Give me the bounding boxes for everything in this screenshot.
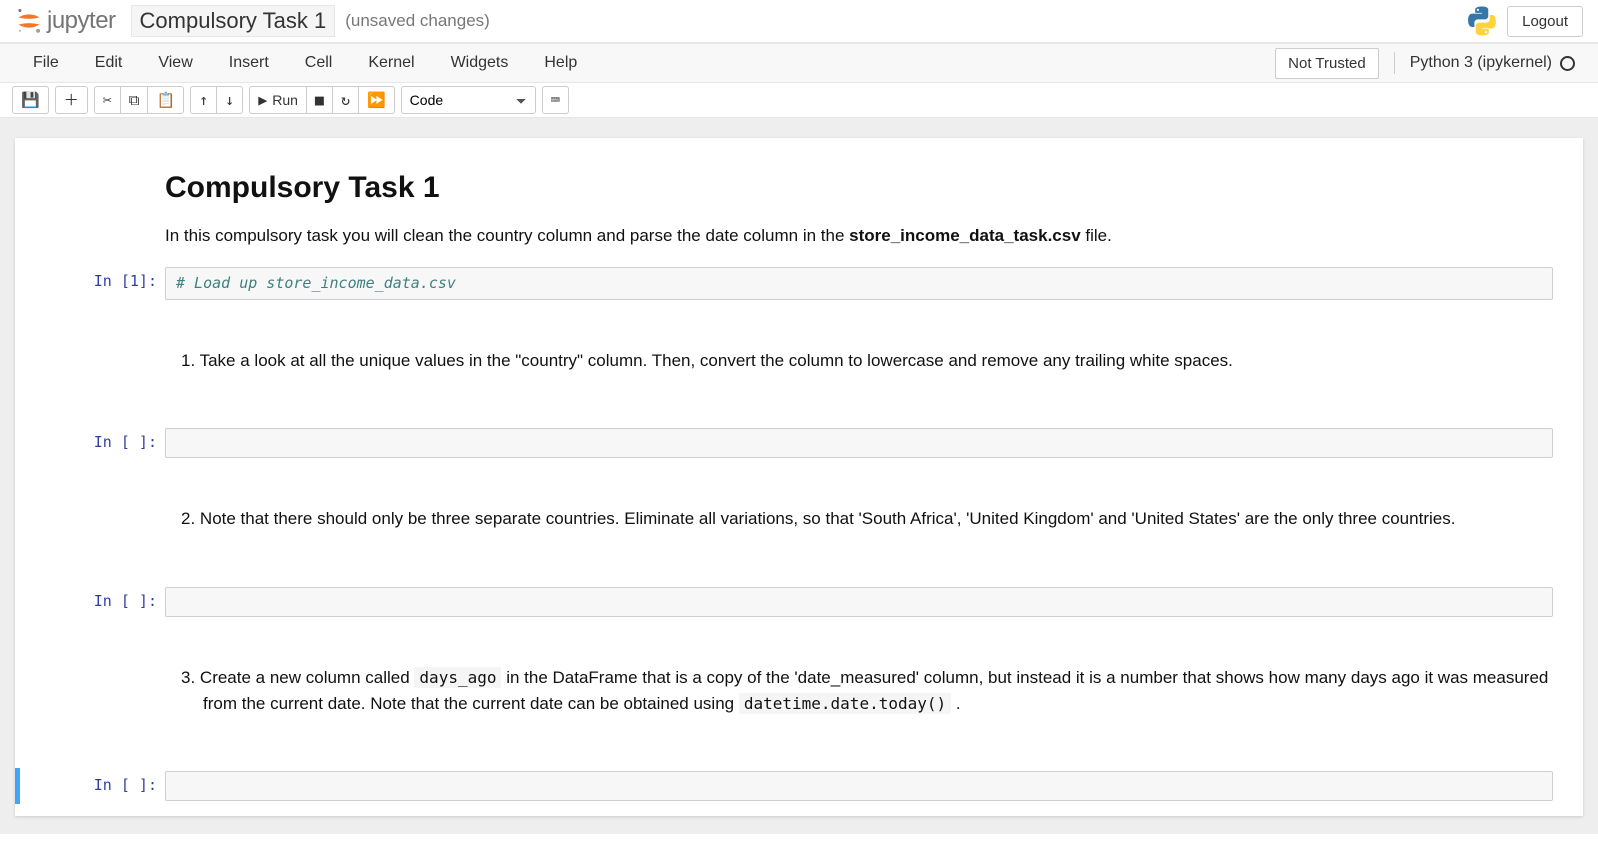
prompt bbox=[25, 665, 165, 724]
arrow-up-icon: ↑ bbox=[199, 93, 208, 108]
restart-button[interactable]: ↻ bbox=[332, 86, 359, 114]
logout-button[interactable]: Logout bbox=[1507, 6, 1583, 37]
jupyter-logo[interactable]: jupyter bbox=[15, 7, 116, 35]
refresh-icon: ↻ bbox=[341, 93, 350, 108]
code-cell[interactable]: In [ ]: bbox=[15, 584, 1583, 620]
prompt bbox=[25, 171, 165, 259]
cut-icon: ✂ bbox=[103, 93, 112, 108]
code-input[interactable] bbox=[165, 771, 1553, 801]
heading: Compulsory Task 1 bbox=[165, 171, 1553, 205]
arrow-down-icon: ↓ bbox=[225, 93, 234, 108]
notebook-container: Compulsory Task 1 In this compulsory tas… bbox=[0, 118, 1598, 834]
prompt: In [ ]: bbox=[25, 587, 165, 617]
menu-widgets[interactable]: Widgets bbox=[433, 44, 527, 82]
stop-icon: ■ bbox=[315, 93, 324, 108]
list-item: 3. Create a new column called days_ago i… bbox=[165, 665, 1553, 718]
markdown-cell[interactable]: 1. Take a look at all the unique values … bbox=[15, 345, 1583, 383]
header: jupyter Compulsory Task 1 (unsaved chang… bbox=[0, 0, 1598, 43]
paragraph: In this compulsory task you will clean t… bbox=[165, 223, 1553, 249]
prompt bbox=[25, 348, 165, 380]
cut-button[interactable]: ✂ bbox=[94, 86, 121, 114]
menu-cell[interactable]: Cell bbox=[287, 44, 351, 82]
kernel-idle-icon bbox=[1560, 56, 1575, 71]
jupyter-logo-text: jupyter bbox=[47, 7, 116, 35]
toolbar: 💾 ＋ ✂ ⧉ 📋 ↑ ↓ ▶ Run ■ ↻ ⏩ Code ⌨ bbox=[0, 83, 1598, 118]
copy-button[interactable]: ⧉ bbox=[120, 86, 149, 114]
code-cell[interactable]: In [ ]: bbox=[15, 425, 1583, 461]
menu-edit[interactable]: Edit bbox=[77, 44, 141, 82]
markdown-cell[interactable]: 3. Create a new column called days_ago i… bbox=[15, 662, 1583, 727]
kernel-indicator[interactable]: Python 3 (ipykernel) bbox=[1410, 54, 1575, 72]
fast-forward-icon: ⏩ bbox=[367, 93, 386, 108]
notebook-name[interactable]: Compulsory Task 1 bbox=[131, 5, 336, 37]
save-status: (unsaved changes) bbox=[345, 11, 490, 31]
move-up-button[interactable]: ↑ bbox=[190, 86, 217, 114]
kernel-name: Python 3 (ipykernel) bbox=[1410, 54, 1552, 72]
restart-run-all-button[interactable]: ⏩ bbox=[358, 86, 395, 114]
list-item: 1. Take a look at all the unique values … bbox=[165, 348, 1553, 374]
run-label: Run bbox=[272, 92, 298, 108]
prompt: In [1]: bbox=[25, 267, 165, 301]
keyboard-icon: ⌨ bbox=[551, 93, 560, 108]
prompt: In [ ]: bbox=[25, 428, 165, 458]
interrupt-button[interactable]: ■ bbox=[306, 86, 333, 114]
menu-view[interactable]: View bbox=[140, 44, 210, 82]
paste-icon: 📋 bbox=[156, 93, 175, 108]
markdown-cell[interactable]: Compulsory Task 1 In this compulsory tas… bbox=[15, 168, 1583, 262]
menu-file[interactable]: File bbox=[15, 44, 77, 82]
markdown-cell[interactable]: 2. Note that there should only be three … bbox=[15, 503, 1583, 541]
play-icon: ▶ bbox=[258, 93, 267, 108]
menubar: File Edit View Insert Cell Kernel Widget… bbox=[0, 43, 1598, 83]
command-palette-button[interactable]: ⌨ bbox=[542, 86, 569, 114]
jupyter-logo-icon bbox=[15, 7, 43, 35]
python-logo-icon bbox=[1467, 6, 1497, 36]
copy-icon: ⧉ bbox=[129, 93, 140, 108]
prompt: In [ ]: bbox=[25, 771, 165, 801]
menu-insert[interactable]: Insert bbox=[211, 44, 287, 82]
not-trusted-button[interactable]: Not Trusted bbox=[1275, 48, 1379, 79]
paste-button[interactable]: 📋 bbox=[147, 86, 184, 114]
code-input[interactable] bbox=[165, 428, 1553, 458]
move-down-button[interactable]: ↓ bbox=[216, 86, 243, 114]
save-icon: 💾 bbox=[21, 93, 40, 108]
code-cell[interactable]: In [1]: # Load up store_income_data.csv bbox=[15, 264, 1583, 304]
insert-cell-button[interactable]: ＋ bbox=[55, 86, 88, 114]
code-input[interactable]: # Load up store_income_data.csv bbox=[165, 267, 1553, 301]
code-input[interactable] bbox=[165, 587, 1553, 617]
run-button[interactable]: ▶ Run bbox=[249, 86, 307, 114]
save-button[interactable]: 💾 bbox=[12, 86, 49, 114]
menu-kernel[interactable]: Kernel bbox=[350, 44, 432, 82]
celltype-select[interactable]: Code bbox=[401, 86, 536, 114]
prompt bbox=[25, 506, 165, 538]
menu-help[interactable]: Help bbox=[526, 44, 595, 82]
divider bbox=[1394, 52, 1395, 74]
list-item: 2. Note that there should only be three … bbox=[165, 506, 1553, 532]
code-cell[interactable]: In [ ]: bbox=[15, 768, 1583, 804]
notebook: Compulsory Task 1 In this compulsory tas… bbox=[15, 138, 1583, 816]
plus-icon: ＋ bbox=[64, 93, 79, 108]
